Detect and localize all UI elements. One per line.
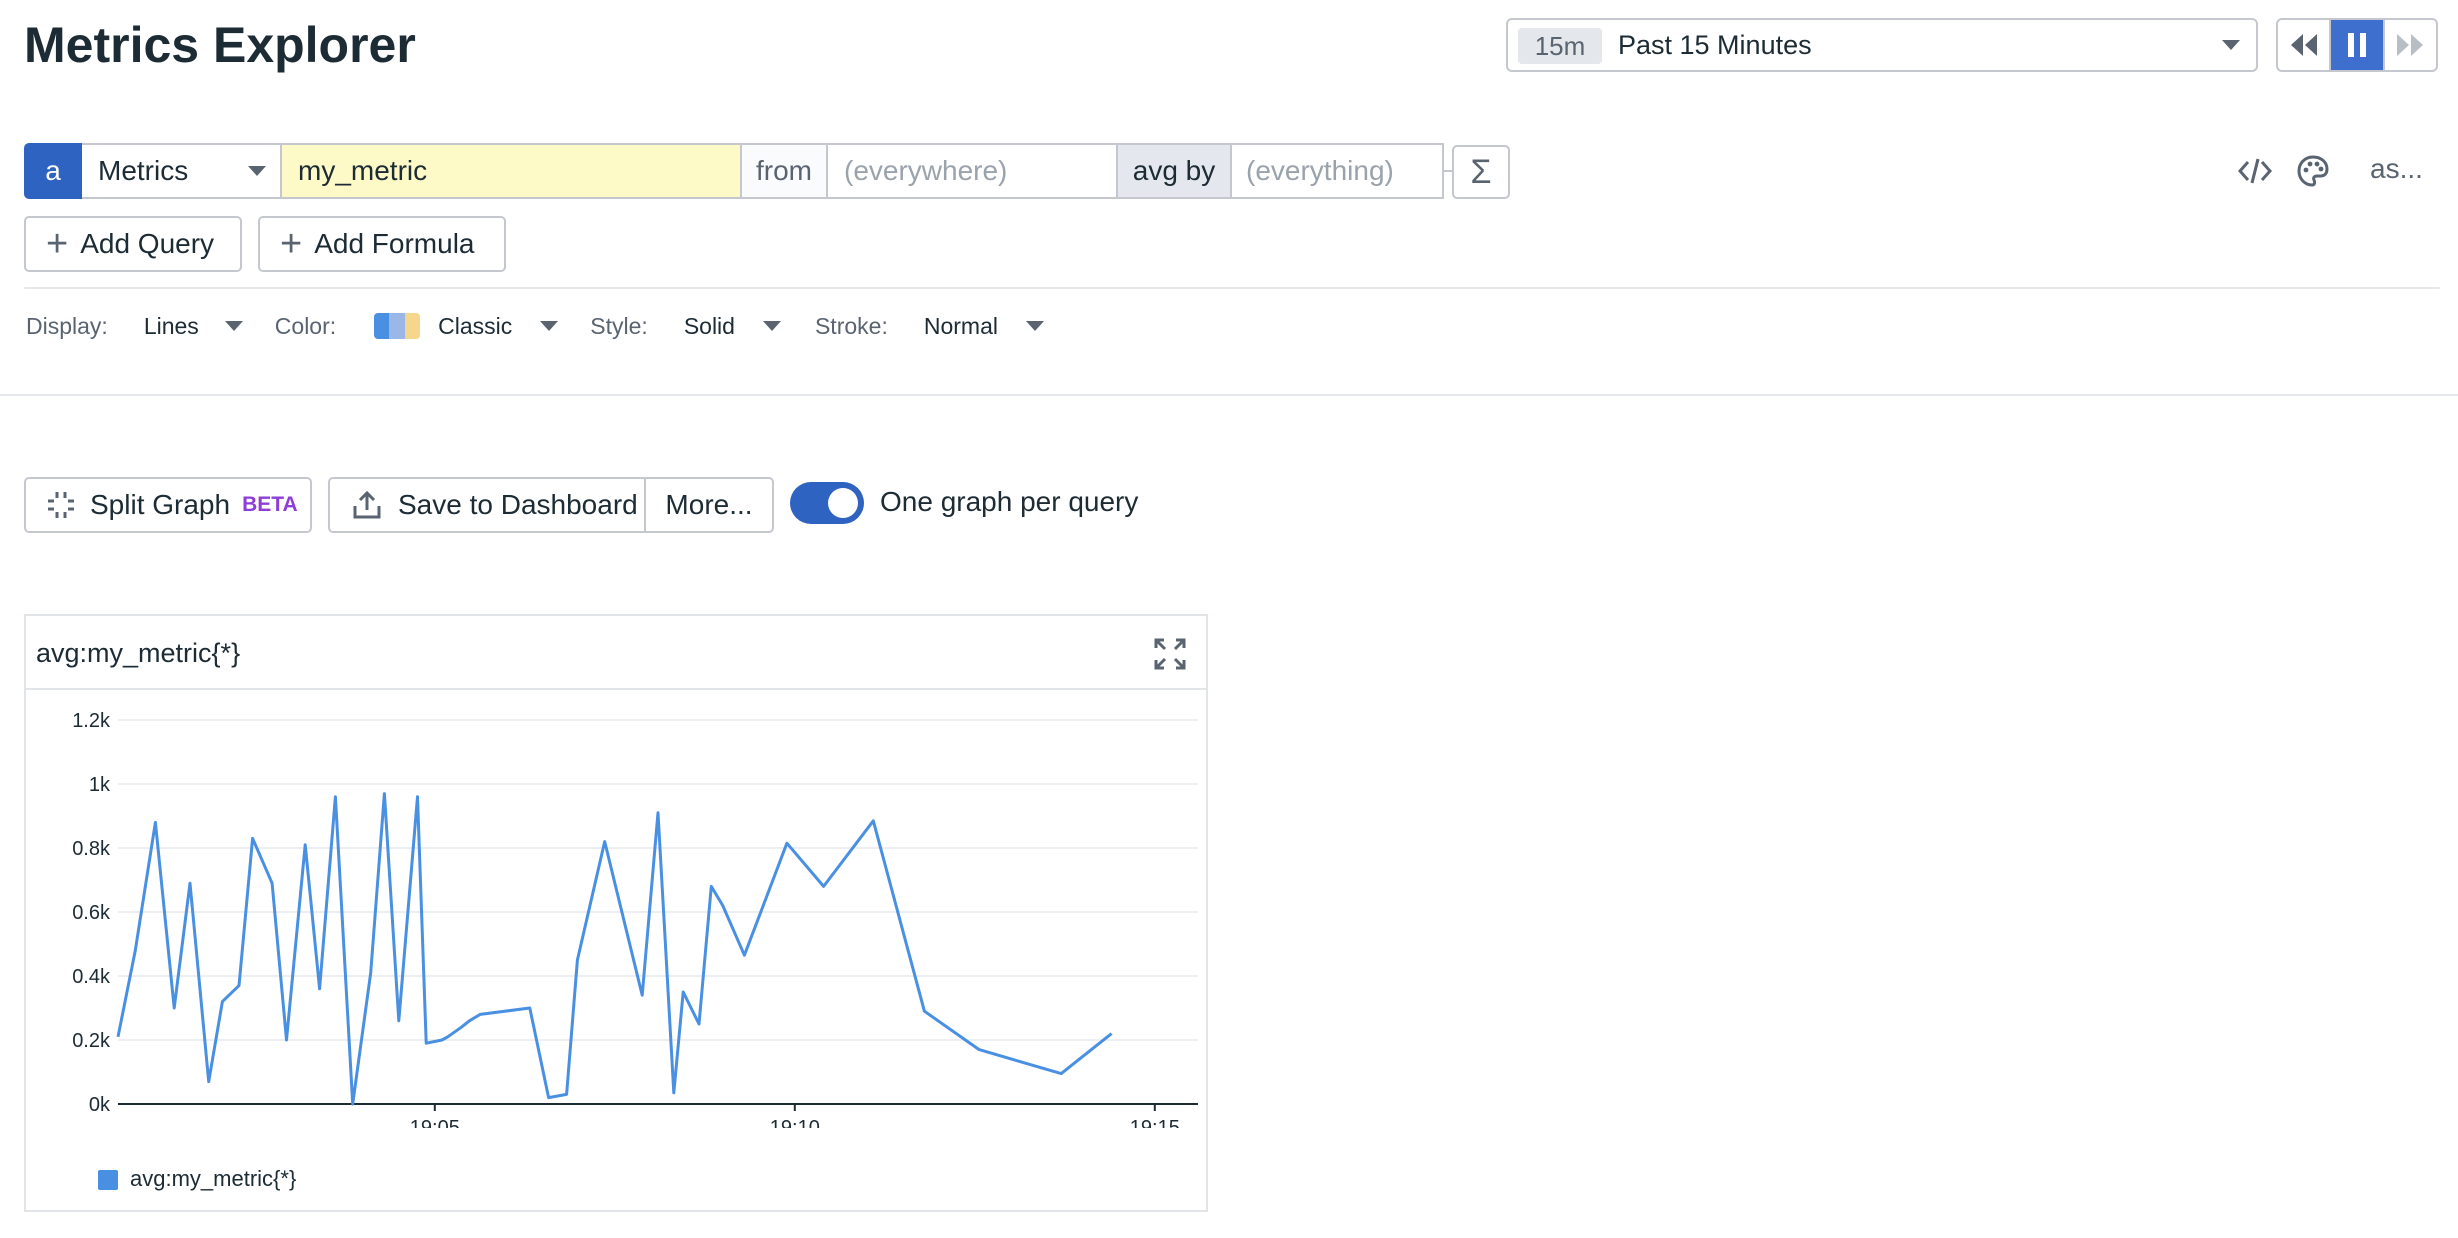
y-tick-label: 0.4k bbox=[72, 966, 111, 988]
pause-button[interactable] bbox=[2331, 20, 2383, 70]
add-formula-label: Add Formula bbox=[314, 228, 475, 259]
series-line bbox=[116, 792, 1113, 1106]
expand-icon[interactable] bbox=[1154, 638, 1186, 670]
code-icon[interactable] bbox=[2238, 156, 2272, 186]
one-graph-per-query-label: One graph per query bbox=[880, 486, 1139, 517]
query-source-label: Metrics bbox=[98, 155, 189, 186]
one-graph-per-query-toggle[interactable] bbox=[790, 482, 864, 524]
section-divider bbox=[0, 394, 2458, 396]
y-tick-label: 0k bbox=[89, 1094, 111, 1116]
chevron-down-icon bbox=[2222, 40, 2240, 50]
display-select[interactable]: Lines bbox=[144, 313, 199, 340]
y-tick-label: 0.6k bbox=[72, 902, 111, 924]
split-icon bbox=[48, 492, 74, 518]
y-tick-label: 0.2k bbox=[72, 1030, 111, 1052]
from-label: from bbox=[742, 143, 828, 199]
time-range-label: Past 15 Minutes bbox=[1618, 30, 1812, 60]
legend-swatch bbox=[98, 1170, 118, 1190]
graph-title: avg:my_metric{*} bbox=[36, 638, 241, 668]
stroke-select[interactable]: Normal bbox=[924, 313, 998, 340]
display-options: Display: Lines Color: Classic Style: Sol… bbox=[26, 306, 1044, 346]
fast-forward-button[interactable] bbox=[2382, 20, 2436, 70]
stroke-label: Stroke: bbox=[814, 312, 888, 339]
upload-icon bbox=[353, 490, 381, 519]
rewind-icon bbox=[2290, 34, 2317, 56]
more-button[interactable]: More... bbox=[644, 477, 774, 533]
add-query-label: Add Query bbox=[80, 228, 215, 259]
time-range-badge: 15m bbox=[1518, 28, 1602, 64]
palette-icon[interactable] bbox=[2296, 154, 2330, 188]
alias-input[interactable]: as... bbox=[2370, 153, 2423, 185]
toggle-knob bbox=[828, 488, 858, 518]
beta-badge: BETA bbox=[242, 493, 298, 516]
x-tick-label: 19:15 bbox=[1130, 1117, 1180, 1128]
playback-controls bbox=[2276, 18, 2438, 72]
from-scope-input[interactable]: (everywhere) bbox=[828, 143, 1118, 199]
pause-icon bbox=[2347, 33, 2366, 57]
query-letter[interactable]: a bbox=[24, 143, 82, 199]
color-label: Color: bbox=[274, 312, 337, 339]
query-editor: a Metrics my_metric from (everywhere) av… bbox=[24, 143, 1444, 199]
color-select[interactable]: Classic bbox=[438, 313, 512, 340]
page-title: Metrics Explorer bbox=[24, 17, 416, 73]
x-tick-label: 19:10 bbox=[770, 1117, 820, 1128]
function-button[interactable]: Σ bbox=[1452, 145, 1510, 199]
avg-by-label[interactable]: avg by bbox=[1118, 143, 1232, 199]
plus-icon: + bbox=[46, 223, 69, 265]
add-query-button[interactable]: + Add Query bbox=[24, 216, 242, 272]
chevron-down-icon[interactable] bbox=[762, 321, 781, 331]
chevron-down-icon[interactable] bbox=[1025, 321, 1044, 331]
avg-by-input[interactable]: (everything) bbox=[1232, 143, 1444, 199]
rewind-button[interactable] bbox=[2278, 20, 2332, 70]
chevron-down-icon[interactable] bbox=[540, 321, 559, 331]
connector-line bbox=[1444, 170, 1452, 172]
color-swatch-icon[interactable] bbox=[374, 313, 421, 339]
plus-icon: + bbox=[280, 223, 303, 265]
fast-forward-icon bbox=[2397, 34, 2424, 56]
style-label: Style: bbox=[590, 312, 648, 339]
graph-card: avg:my_metric{*} 0k 0.2k 0.4k 0.6k 0.8k 1k 1.2… bbox=[24, 614, 1208, 1212]
query-source-select[interactable]: Metrics bbox=[82, 143, 282, 199]
chevron-down-icon bbox=[248, 166, 266, 176]
time-range-picker[interactable]: 15m Past 15 Minutes bbox=[1506, 18, 2258, 72]
section-divider bbox=[24, 287, 2440, 289]
line-chart[interactable]: 0k 0.2k 0.4k 0.6k 0.8k 1k 1.2k 19:05 19:10 19:15 bbox=[26, 692, 1206, 1128]
add-formula-button[interactable]: + Add Formula bbox=[258, 216, 506, 272]
y-tick-label: 1.2k bbox=[72, 710, 111, 732]
y-tick-label: 0.8k bbox=[72, 838, 111, 860]
y-tick-label: 1k bbox=[89, 774, 111, 796]
chevron-down-icon[interactable] bbox=[224, 321, 243, 331]
legend-label[interactable]: avg:my_metric{*} bbox=[130, 1166, 296, 1192]
save-to-dashboard-label: Save to Dashboard bbox=[398, 489, 638, 520]
style-select[interactable]: Solid bbox=[684, 313, 735, 340]
split-graph-label: Split Graph bbox=[90, 489, 231, 520]
metric-input[interactable]: my_metric bbox=[282, 143, 742, 199]
display-label: Display: bbox=[26, 312, 108, 339]
graph-header: avg:my_metric{*} bbox=[26, 616, 1206, 690]
save-to-dashboard-button[interactable]: Save to Dashboard bbox=[328, 477, 646, 533]
x-tick-label: 19:05 bbox=[410, 1117, 460, 1128]
split-graph-button[interactable]: Split Graph BETA bbox=[24, 477, 312, 533]
